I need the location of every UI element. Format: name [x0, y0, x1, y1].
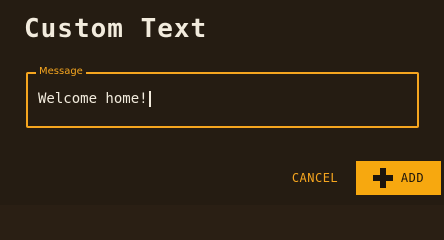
message-input[interactable]: Welcome home!	[38, 90, 151, 108]
plus-icon	[372, 168, 393, 188]
add-button-label: ADD	[400, 171, 425, 185]
dialog-title: Custom Text	[24, 14, 208, 44]
custom-text-dialog: Custom Text Message Welcome home! CANCEL…	[0, 0, 444, 205]
cancel-button[interactable]: CANCEL	[282, 162, 348, 194]
text-caret	[148, 91, 151, 107]
message-field-label: Message	[36, 66, 86, 78]
add-button[interactable]: ADD	[356, 161, 441, 195]
cancel-button-label: CANCEL	[291, 171, 339, 185]
message-field[interactable]: Message Welcome home!	[26, 66, 419, 128]
message-input-value: Welcome home!	[38, 91, 148, 107]
